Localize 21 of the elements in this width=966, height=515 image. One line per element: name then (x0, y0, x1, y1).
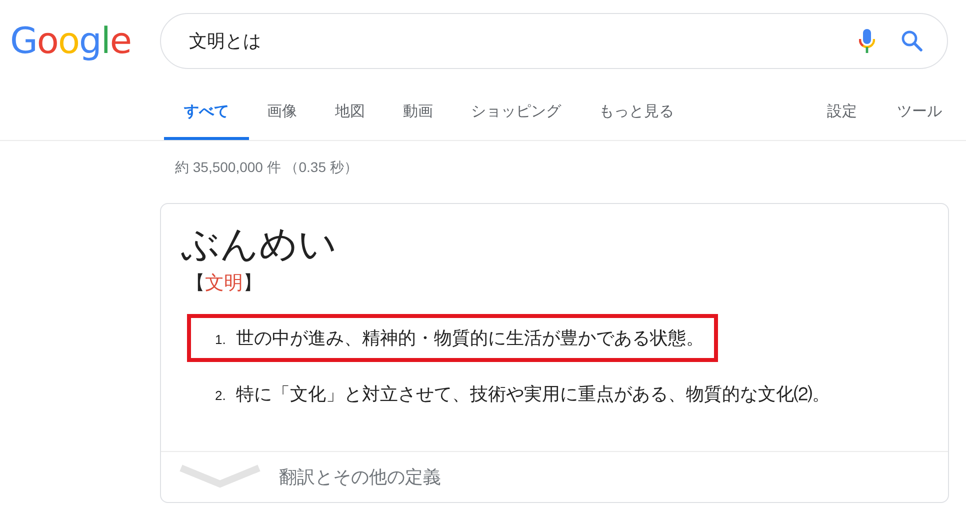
search-tab[interactable]: 地図 (335, 82, 365, 140)
definition-number: 1. (215, 332, 226, 347)
search-bar[interactable]: 文明とは (160, 13, 948, 69)
definition-text: 世の中が進み、精神的・物質的に生活が豊かである状態。 (236, 327, 704, 350)
more-definitions-link[interactable]: 翻訳とその他の定義 (279, 465, 441, 489)
definition-text: 特に「文化」と対立させて、技術や実用に重点がある、物質的な文化⑵。 (236, 383, 830, 406)
search-tool-link[interactable]: ツール (897, 82, 942, 140)
word-reading: ぶんめい (181, 223, 338, 268)
search-tool-link[interactable]: 設定 (827, 82, 857, 140)
search-field[interactable]: 文明とは (187, 30, 859, 52)
search-tab[interactable]: 画像 (267, 82, 297, 140)
logo[interactable]: Google (0, 20, 142, 62)
microphone-icon[interactable] (859, 29, 875, 53)
search-tab[interactable]: すべて (164, 82, 249, 140)
definition-number: 2. (215, 388, 226, 403)
headword: 【文明】 (186, 272, 263, 296)
search-tab[interactable]: もっと見る (599, 82, 674, 140)
search-tab[interactable]: 動画 (403, 82, 433, 140)
result-stats: 約 35,500,000 件 （0.35 秒） (175, 159, 358, 175)
search-icon[interactable] (901, 30, 923, 52)
search-tab[interactable]: ショッピング (471, 82, 561, 140)
